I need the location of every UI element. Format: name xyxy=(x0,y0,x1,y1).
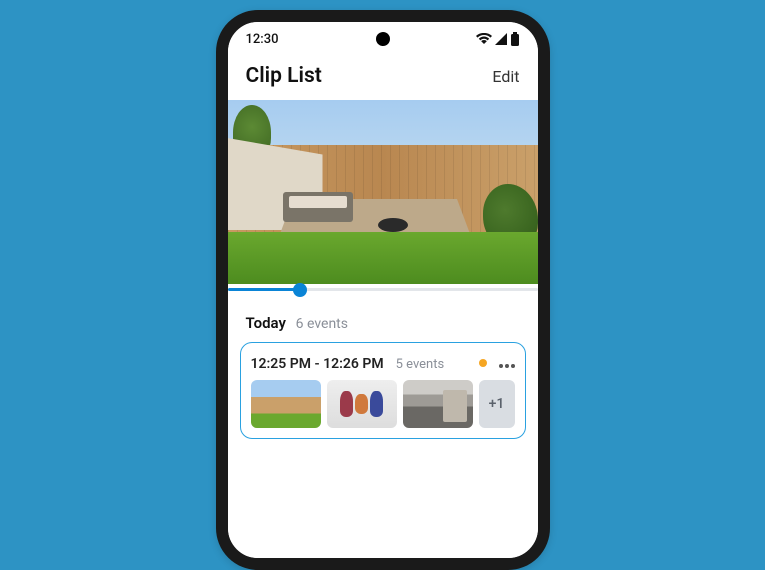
phone-camera xyxy=(376,32,390,46)
unread-indicator-icon xyxy=(479,359,487,367)
phone-frame: 12:30 Clip List Edit xyxy=(216,10,550,570)
event-count: 5 events xyxy=(396,357,445,372)
battery-icon xyxy=(510,32,520,46)
edit-button[interactable]: Edit xyxy=(492,67,519,86)
event-time-range: 12:25 PM - 12:26 PM xyxy=(251,356,384,372)
status-right xyxy=(476,32,520,46)
wifi-icon xyxy=(476,33,492,45)
day-event-count: 6 events xyxy=(296,316,348,332)
clip-preview[interactable] xyxy=(228,100,538,284)
clip-thumbnail[interactable] xyxy=(403,380,473,428)
page-header: Clip List Edit xyxy=(228,56,538,100)
scrubber-knob[interactable] xyxy=(293,283,307,297)
timeline-scrubber[interactable] xyxy=(228,284,538,304)
day-label: Today xyxy=(246,314,286,332)
card-header: 12:25 PM - 12:26 PM 5 events xyxy=(251,353,515,372)
status-time: 12:30 xyxy=(246,32,279,47)
signal-icon xyxy=(494,33,508,45)
day-header: Today 6 events xyxy=(228,304,538,342)
more-options-button[interactable] xyxy=(497,353,515,372)
scrubber-progress xyxy=(228,288,300,291)
page-title: Clip List xyxy=(246,64,322,88)
app-screen: 12:30 Clip List Edit xyxy=(228,22,538,558)
clip-thumbnail[interactable] xyxy=(327,380,397,428)
clip-thumbnail[interactable] xyxy=(251,380,321,428)
thumbnail-row: +1 xyxy=(251,380,515,428)
event-group-card[interactable]: 12:25 PM - 12:26 PM 5 events +1 xyxy=(240,342,526,439)
more-clips-button[interactable]: +1 xyxy=(479,380,515,428)
